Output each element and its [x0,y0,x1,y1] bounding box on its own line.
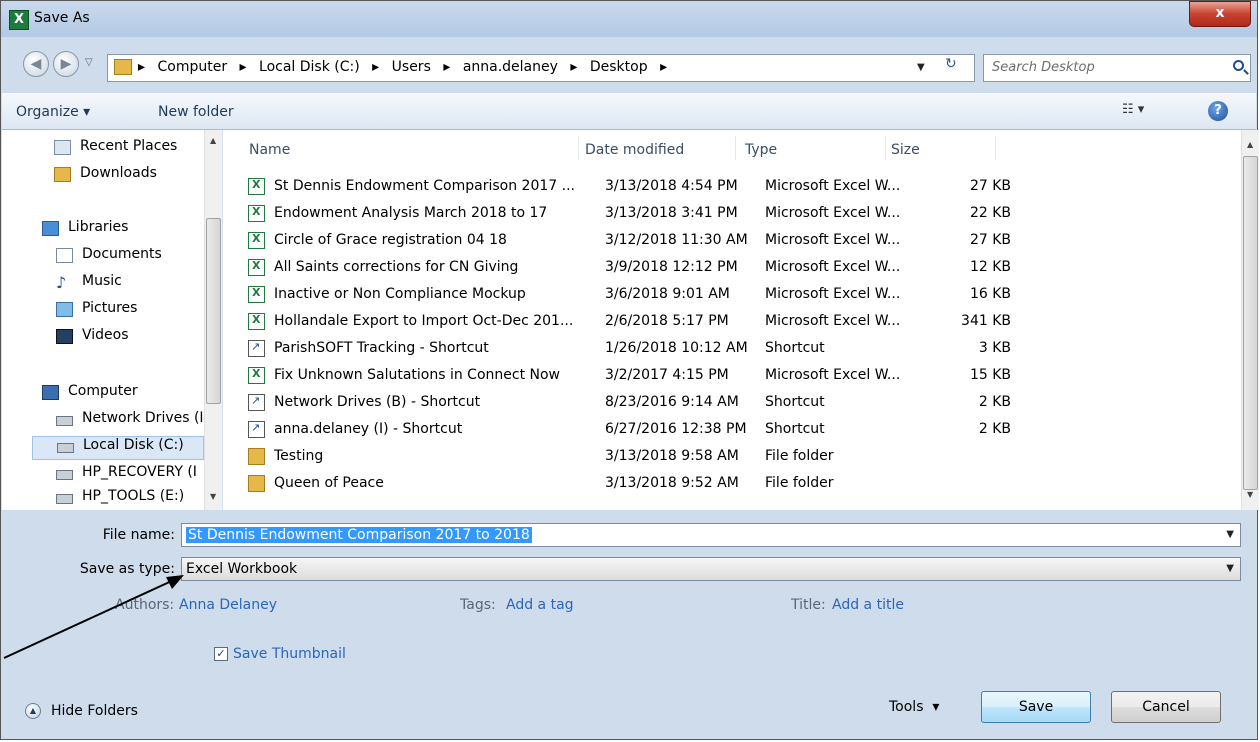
annotation-arrow [3,575,184,659]
